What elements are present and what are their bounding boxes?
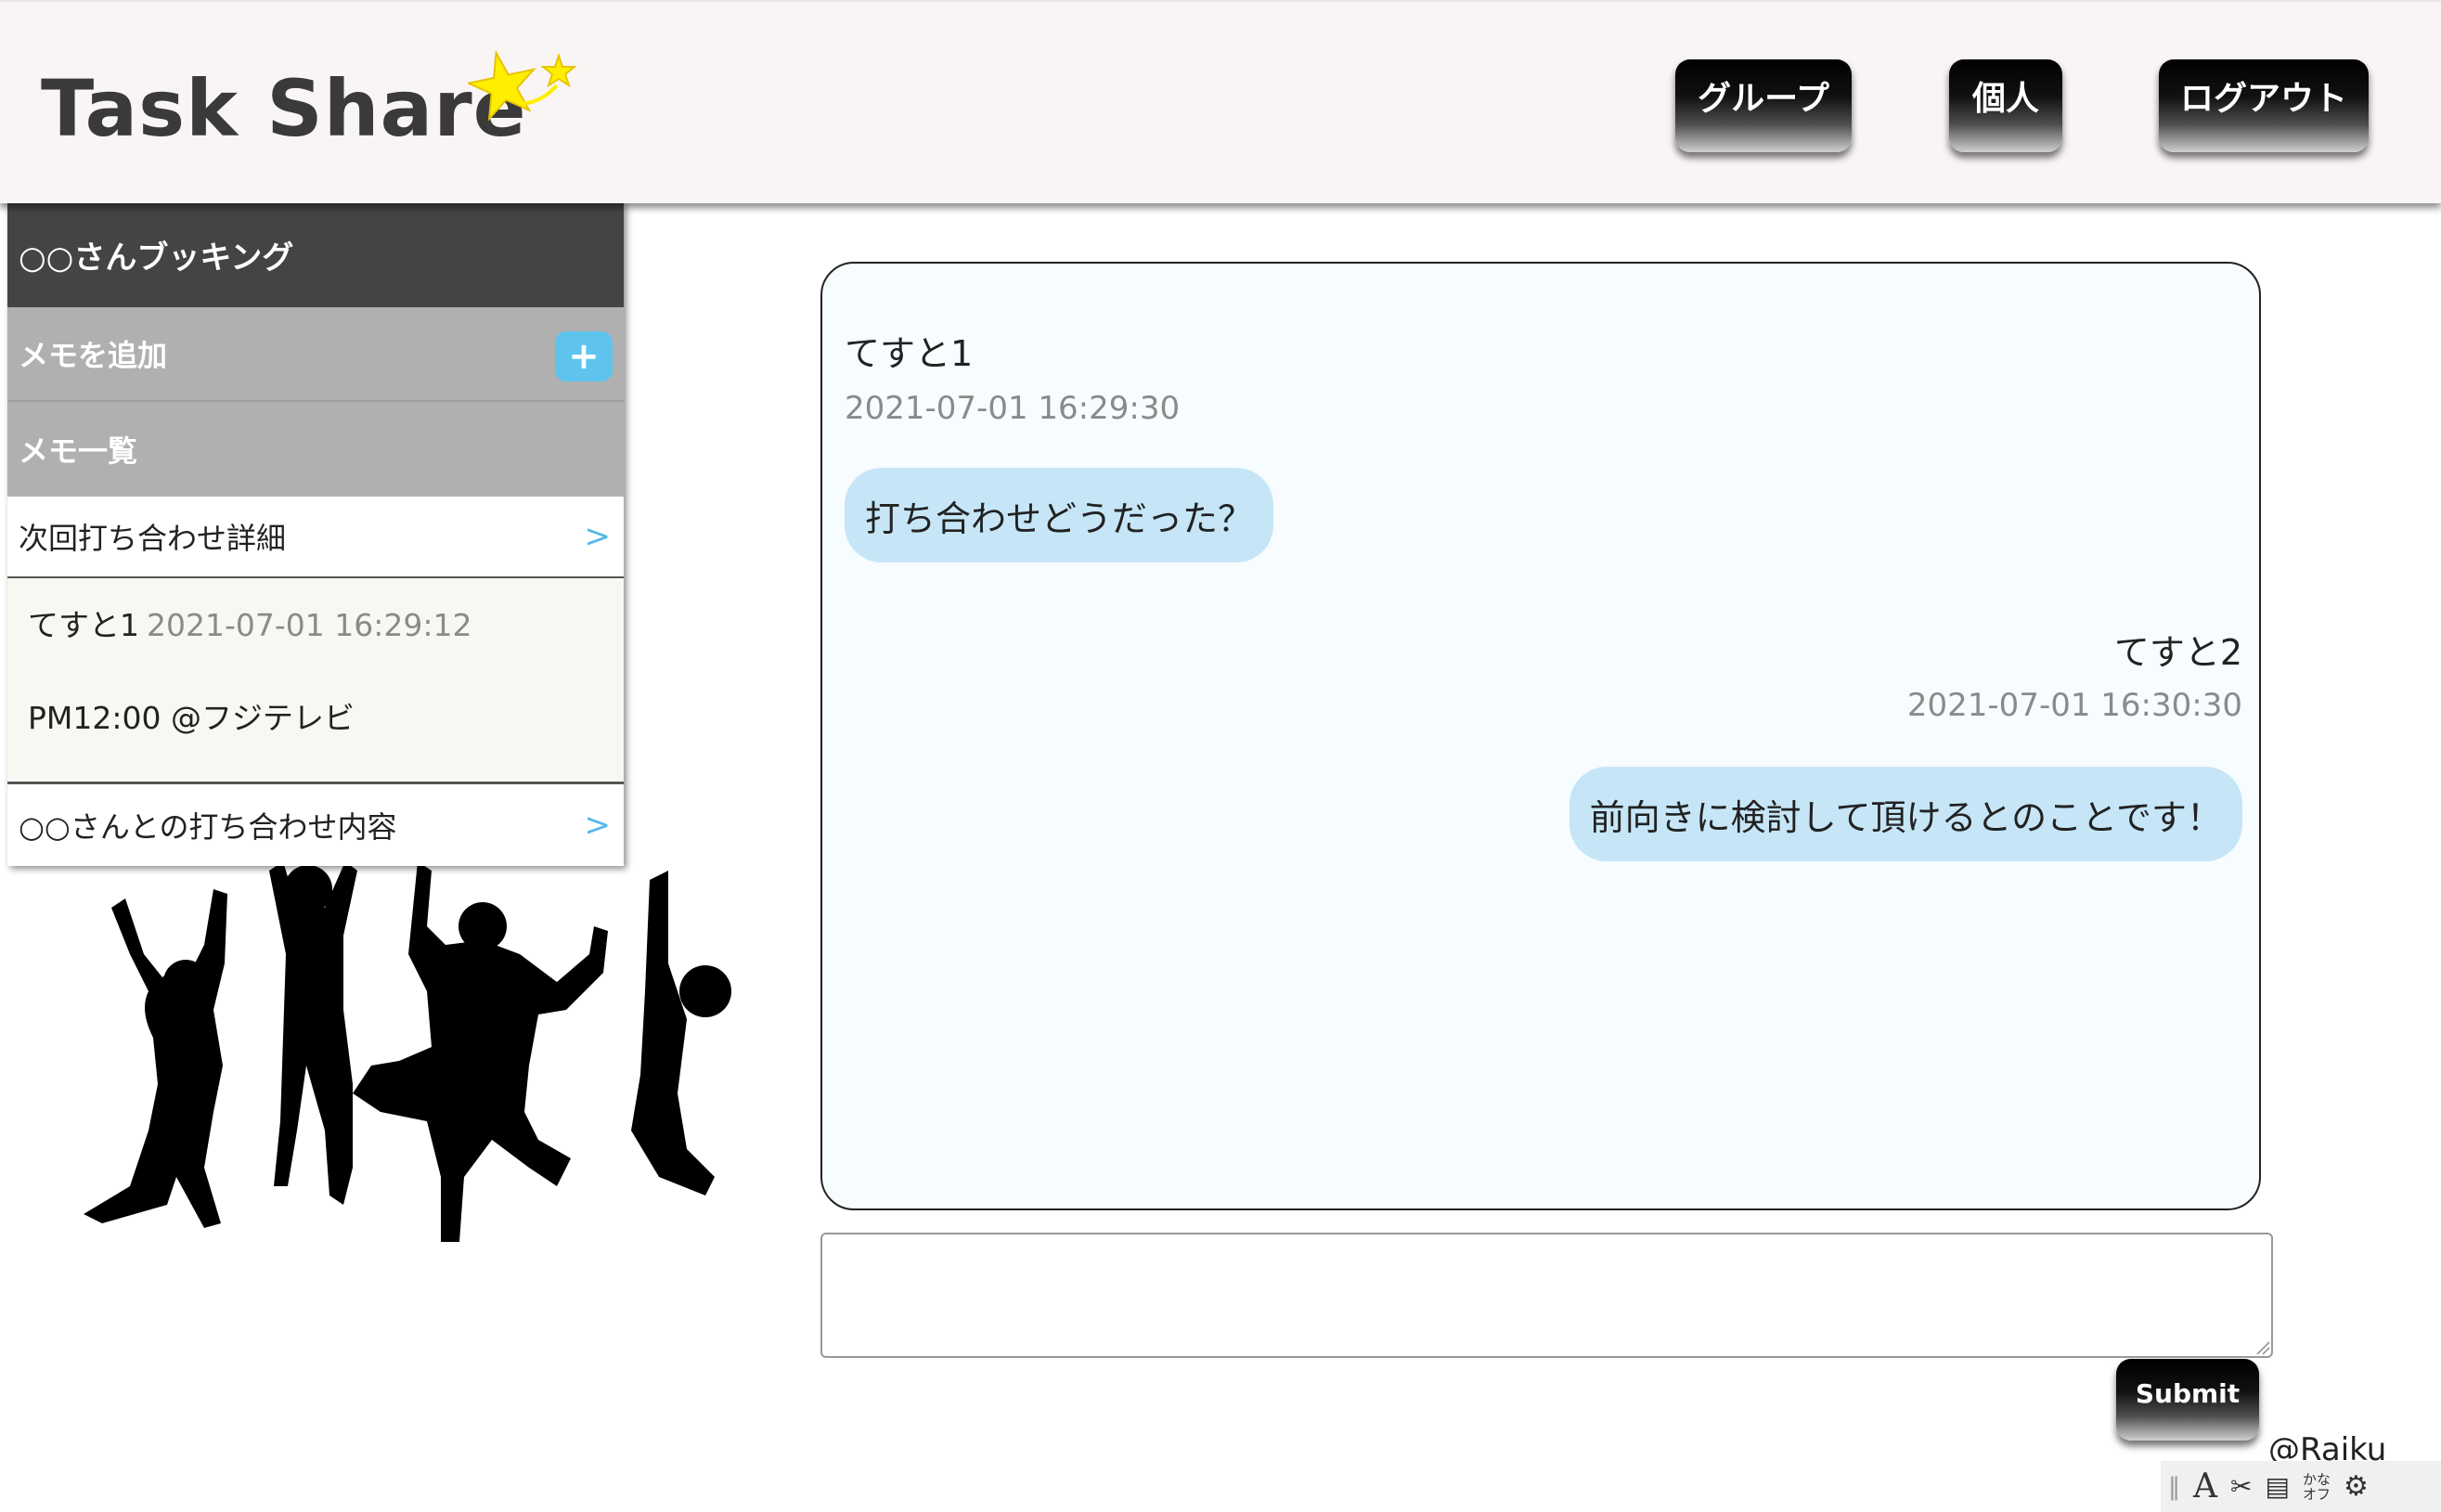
- message-author: てすと1: [845, 333, 974, 374]
- personal-button-label: 個人: [1971, 80, 2039, 118]
- booking-title: ○○さんブッキング: [7, 201, 624, 307]
- chat-panel: てすと1 2021-07-01 16:29:30 打ち合わせどうだった？ てすと…: [820, 262, 2261, 1210]
- memo-body: PM12:00 @フジテレビ: [28, 700, 355, 736]
- message-author: てすと2: [2113, 632, 2242, 673]
- plus-symbol: +: [568, 335, 600, 378]
- logout-button-label: ログアウト: [2179, 80, 2347, 118]
- memo-item[interactable]: ○○さんとの打ち合わせ内容 >: [7, 784, 624, 866]
- submit-button[interactable]: Submit: [2116, 1359, 2259, 1441]
- add-memo-row[interactable]: メモを追加 +: [7, 307, 624, 402]
- message-bubble: 打ち合わせどうだった？: [845, 468, 1274, 562]
- app-logo: Task Share: [41, 63, 527, 154]
- group-button[interactable]: グループ: [1675, 59, 1852, 152]
- memo-sidebar: ○○さんブッキング メモを追加 + メモ一覧 次回打ち合わせ詳細 > てすと1 2…: [7, 201, 624, 866]
- ime-mode-icon[interactable]: A: [2193, 1467, 2217, 1506]
- memo-timestamp: 2021-07-01 16:29:12: [147, 607, 472, 643]
- message-timestamp: 2021-07-01 16:30:30: [1906, 687, 2242, 724]
- tools-icon[interactable]: ✂: [2230, 1471, 2252, 1502]
- memo-item-label: ○○さんとの打ち合わせ内容: [19, 809, 397, 845]
- memo-item-label: 次回打ち合わせ詳細: [19, 521, 287, 556]
- ime-toolbar: ‖ A ✂ ▤ かな オフ ⚙: [2161, 1461, 2441, 1512]
- memo-item[interactable]: 次回打ち合わせ詳細 >: [7, 497, 624, 578]
- kana-toggle[interactable]: かな オフ: [2303, 1472, 2331, 1502]
- logout-button[interactable]: ログアウト: [2159, 59, 2369, 152]
- stars-icon: [468, 49, 577, 122]
- chevron-right-icon: >: [584, 807, 612, 844]
- message-bubble: 前向きに検討して頂けるとのことです！: [1569, 767, 2242, 861]
- memo-author: てすと1: [28, 607, 139, 643]
- chevron-right-icon: >: [584, 518, 612, 555]
- personal-button[interactable]: 個人: [1949, 59, 2062, 152]
- plus-icon[interactable]: +: [555, 331, 613, 381]
- settings-gear-icon[interactable]: ⚙: [2344, 1470, 2369, 1503]
- resize-grip-icon[interactable]: [2254, 1338, 2270, 1355]
- message-input[interactable]: [820, 1233, 2273, 1358]
- memo-detail: てすと1 2021-07-01 16:29:12 PM12:00 @フジテレビ: [7, 578, 624, 784]
- dictionary-add-icon[interactable]: ▤: [2265, 1471, 2289, 1502]
- message-timestamp: 2021-07-01 16:29:30: [845, 390, 1181, 427]
- submit-button-label: Submit: [2135, 1377, 2241, 1409]
- memo-list-heading: メモ一覧: [7, 402, 624, 497]
- app-header: Task Share グループ 個人 ログアウト: [0, 0, 2441, 203]
- grip-icon[interactable]: ‖: [2168, 1473, 2180, 1501]
- kana-toggle-line2: オフ: [2302, 1485, 2331, 1503]
- add-memo-label: メモを追加: [19, 338, 168, 373]
- group-button-label: グループ: [1698, 80, 1829, 118]
